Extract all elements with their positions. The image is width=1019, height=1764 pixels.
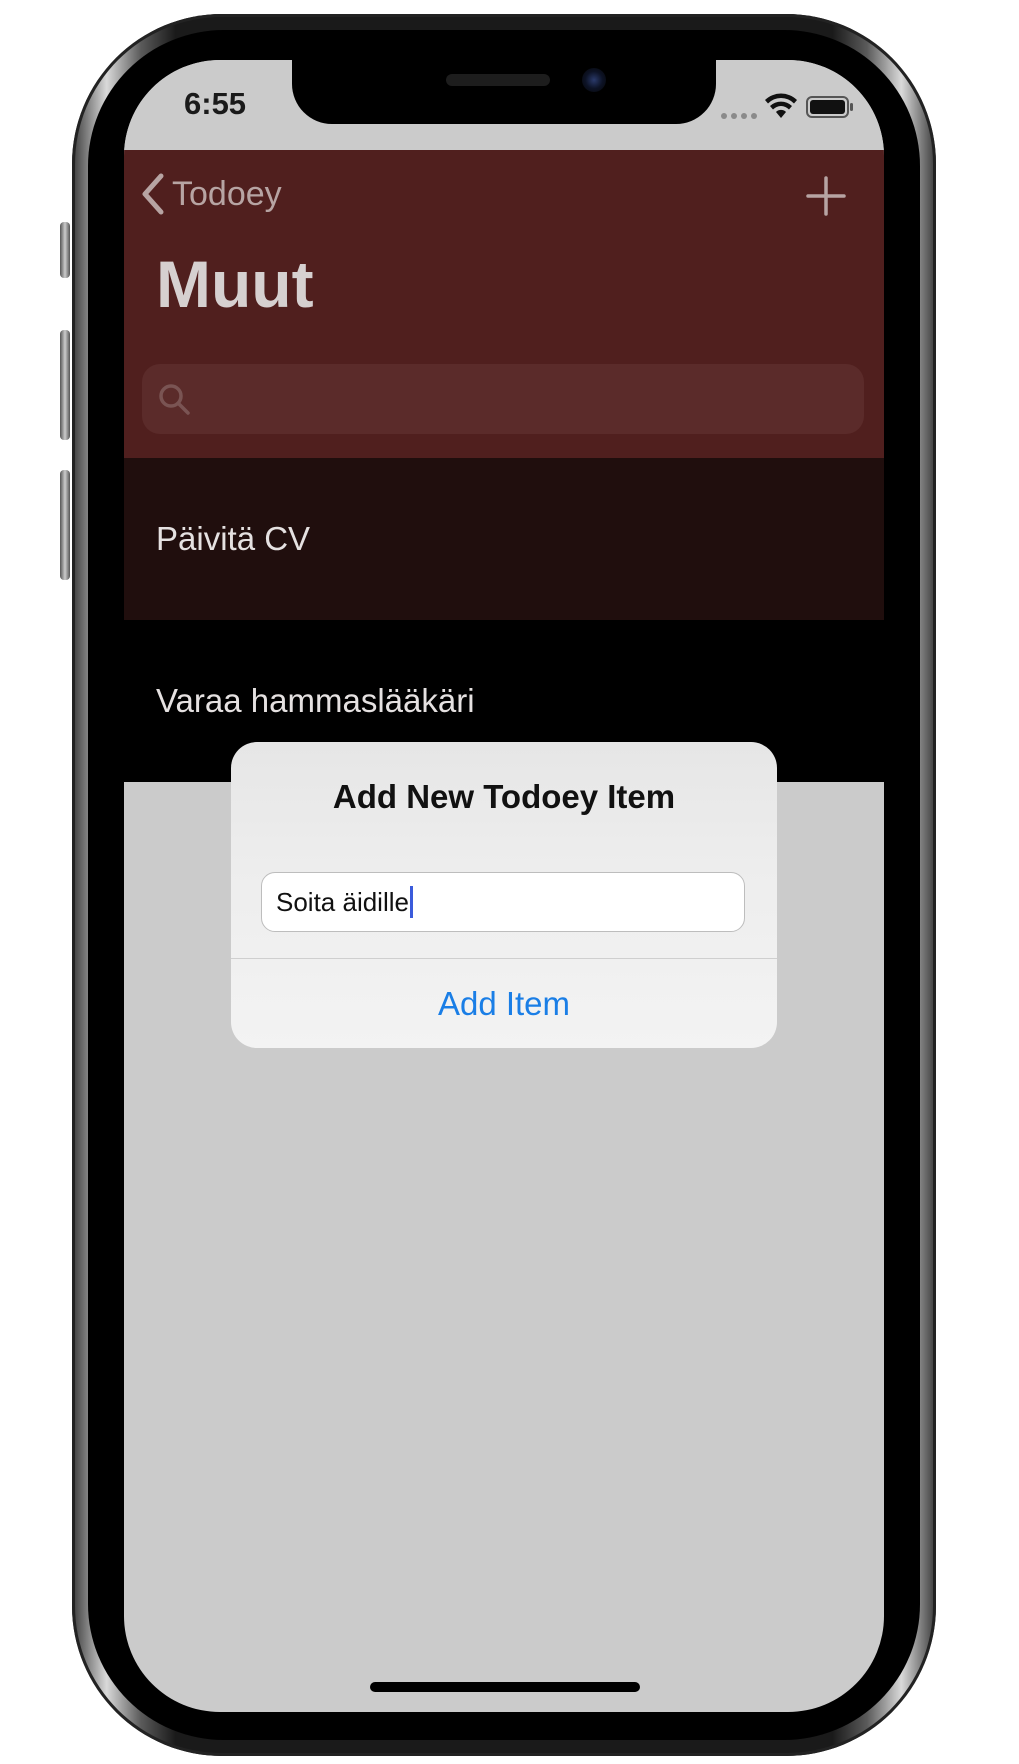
search-icon	[159, 384, 190, 415]
list-item-label: Päivitä CV	[156, 520, 311, 557]
search-bar	[124, 346, 884, 458]
add-item-alert: Add New Todoey Item Soita äidille Add It…	[231, 742, 777, 1048]
new-item-text-field[interactable]: Soita äidille	[261, 872, 745, 932]
silent-switch	[60, 222, 70, 278]
volume-up-button	[60, 330, 70, 440]
front-camera	[582, 68, 606, 92]
back-button[interactable]: Todoey	[140, 170, 282, 218]
status-time: 6:55	[184, 86, 247, 121]
notch	[292, 60, 716, 124]
plus-icon[interactable]	[804, 174, 848, 218]
status-bar: 6:55	[124, 60, 884, 150]
device-mockup: 6:55 Todoey Muut Päivitä CV Varaa hammas…	[0, 0, 1019, 1764]
add-item-button[interactable]: Add Item	[231, 959, 777, 1048]
battery-icon	[806, 96, 853, 118]
navigation-bar: Todoey Muut	[124, 150, 884, 346]
list-item[interactable]: Päivitä CV	[124, 458, 884, 620]
home-indicator[interactable]	[370, 1682, 640, 1692]
cellular-signal-icon	[721, 113, 757, 119]
new-item-text-value: Soita äidille	[276, 886, 409, 917]
speaker-grille	[446, 74, 550, 86]
back-button-label: Todoey	[172, 174, 282, 213]
search-input[interactable]	[142, 364, 864, 434]
list-item-label: Varaa hammaslääkäri	[156, 682, 475, 719]
wifi-icon	[765, 93, 797, 118]
chevron-left-icon	[142, 173, 164, 215]
text-cursor	[409, 886, 413, 918]
page-title: Muut	[156, 247, 314, 321]
volume-down-button	[60, 470, 70, 580]
alert-title: Add New Todoey Item	[332, 778, 676, 815]
